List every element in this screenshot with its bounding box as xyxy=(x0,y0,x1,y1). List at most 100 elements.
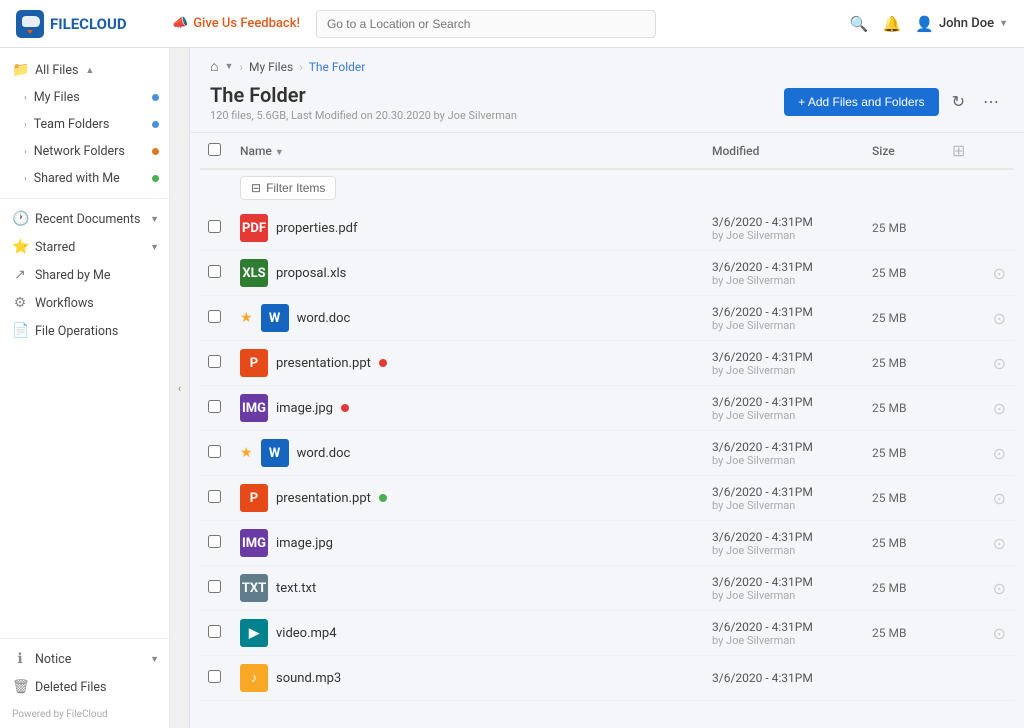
breadcrumb-dropdown-icon[interactable]: ▼ xyxy=(224,61,233,72)
row-checkbox-9[interactable] xyxy=(208,625,221,638)
search-icon[interactable]: 🔍 xyxy=(850,15,869,33)
breadcrumb-home-icon[interactable]: ⌂ xyxy=(210,58,218,75)
action-cell: ⊙ xyxy=(974,341,1014,386)
row-action-button[interactable]: ⊙ xyxy=(993,264,1006,283)
modified-date: 3/6/2020 - 4:31PM xyxy=(712,260,856,274)
logo[interactable]: FILECLOUD xyxy=(16,10,156,38)
sidebar-item-recent-docs[interactable]: 🕐 Recent Documents ▼ xyxy=(0,205,169,233)
sidebar-item-all-files[interactable]: 📁 All Files ▲ xyxy=(0,56,169,84)
sidebar-item-deleted-files[interactable]: 🗑 Deleted Files xyxy=(0,673,169,701)
sidebar-divider-2 xyxy=(0,638,169,639)
file-name[interactable]: word.doc xyxy=(297,446,351,461)
breadcrumb-sep-1: › xyxy=(239,60,243,74)
row-checkbox-5[interactable] xyxy=(208,445,221,458)
row-checkbox-0[interactable] xyxy=(208,220,221,233)
add-files-button[interactable]: + Add Files and Folders xyxy=(784,88,938,116)
sidebar-item-team-folders[interactable]: › Team Folders xyxy=(0,111,169,138)
starred-arrow: ▼ xyxy=(150,242,159,253)
col-view-header[interactable]: ⊞ xyxy=(944,133,974,169)
row-action-button[interactable]: ⊙ xyxy=(993,399,1006,418)
row-checkbox-3[interactable] xyxy=(208,355,221,368)
file-type-icon: IMG xyxy=(240,394,268,422)
sidebar-item-shared-by-me[interactable]: ↗ Shared by Me xyxy=(0,261,169,289)
feedback-banner[interactable]: 📣 Give Us Feedback! xyxy=(172,16,300,31)
size-cell: 25 MB xyxy=(864,566,944,611)
action-cell: ⊙ xyxy=(974,251,1014,296)
file-name[interactable]: properties.pdf xyxy=(276,221,358,236)
row-action-button[interactable]: ⊙ xyxy=(993,624,1006,643)
notice-label: Notice xyxy=(35,652,71,667)
row-action-button[interactable]: ⊙ xyxy=(993,354,1006,373)
modified-cell: 3/6/2020 - 4:31PM xyxy=(704,656,864,701)
file-type-icon: PDF xyxy=(240,214,268,242)
modified-date: 3/6/2020 - 4:31PM xyxy=(712,620,856,634)
team-folders-arrow: › xyxy=(24,120,27,130)
file-name-cell: XLSproposal.xls xyxy=(240,259,696,287)
top-navigation: FILECLOUD 📣 Give Us Feedback! 🔍 🔔 👤 John… xyxy=(0,0,1024,48)
filter-label: Filter Items xyxy=(266,181,325,195)
file-name[interactable]: sound.mp3 xyxy=(276,671,341,686)
row-action-button[interactable]: ⊙ xyxy=(993,444,1006,463)
search-input[interactable] xyxy=(316,10,656,38)
action-cell: ⊙ xyxy=(974,296,1014,341)
row-checkbox-10[interactable] xyxy=(208,670,221,683)
starred-icon[interactable]: ★ xyxy=(240,310,253,326)
view-col xyxy=(944,296,974,341)
more-options-button[interactable]: ⋯ xyxy=(978,87,1004,117)
file-name[interactable]: video.mp4 xyxy=(276,626,337,641)
file-name[interactable]: presentation.ppt xyxy=(276,491,371,506)
user-menu[interactable]: 👤 John Doe ▼ xyxy=(915,15,1008,33)
sidebar-item-shared-with-me[interactable]: › Shared with Me xyxy=(0,165,169,192)
row-checkbox-1[interactable] xyxy=(208,265,221,278)
breadcrumb-my-files[interactable]: My Files xyxy=(249,60,293,74)
file-name[interactable]: image.jpg xyxy=(276,536,333,551)
file-name[interactable]: text.txt xyxy=(276,581,316,596)
file-name[interactable]: proposal.xls xyxy=(276,266,346,281)
sidebar-collapse-toggle[interactable]: ‹ xyxy=(170,48,190,728)
starred-icon[interactable]: ★ xyxy=(240,445,253,461)
sidebar-item-starred[interactable]: ⭐ Starred ▼ xyxy=(0,233,169,261)
deleted-files-label: Deleted Files xyxy=(35,680,106,695)
modified-by: by Joe Silverman xyxy=(712,544,856,557)
file-name[interactable]: word.doc xyxy=(297,311,351,326)
sidebar-item-my-files[interactable]: › My Files xyxy=(0,84,169,111)
team-folders-label: Team Folders xyxy=(34,117,110,132)
row-checkbox-2[interactable] xyxy=(208,310,221,323)
size-cell: 25 MB xyxy=(864,521,944,566)
row-checkbox-8[interactable] xyxy=(208,580,221,593)
file-status-dot-red xyxy=(341,404,349,412)
user-dropdown-icon: ▼ xyxy=(999,18,1008,29)
row-action-button[interactable]: ⊙ xyxy=(993,309,1006,328)
sidebar-item-network-folders[interactable]: › Network Folders xyxy=(0,138,169,165)
row-checkbox-7[interactable] xyxy=(208,535,221,548)
file-name[interactable]: presentation.ppt xyxy=(276,356,371,371)
row-action-button[interactable]: ⊙ xyxy=(993,579,1006,598)
row-checkbox-6[interactable] xyxy=(208,490,221,503)
table-row: ★Wword.doc3/6/2020 - 4:31PMby Joe Silver… xyxy=(200,296,1014,341)
size-cell: 25 MB xyxy=(864,251,944,296)
file-name-cell: Ppresentation.ppt xyxy=(240,484,696,512)
file-name[interactable]: image.jpg xyxy=(276,401,333,416)
user-name: John Doe xyxy=(939,16,994,31)
sidebar-item-workflows[interactable]: ⚙ Workflows xyxy=(0,289,169,317)
size-cell: 25 MB xyxy=(864,206,944,251)
file-type-icon: IMG xyxy=(240,529,268,557)
user-icon: 👤 xyxy=(915,15,934,33)
breadcrumb-sep-2: › xyxy=(299,60,303,74)
modified-date: 3/6/2020 - 4:31PM xyxy=(712,350,856,364)
row-checkbox-4[interactable] xyxy=(208,400,221,413)
shared-by-me-label: Shared by Me xyxy=(35,268,111,283)
grid-view-icon[interactable]: ⊞ xyxy=(952,141,965,160)
filter-button[interactable]: ⊟ Filter Items xyxy=(240,176,336,200)
col-name-header[interactable]: Name ▼ xyxy=(232,133,704,169)
refresh-button[interactable]: ↻ xyxy=(947,87,970,117)
select-all-checkbox[interactable] xyxy=(208,143,221,156)
sidebar-item-file-operations[interactable]: 📄 File Operations xyxy=(0,317,169,345)
file-table-body: PDF properties.pdf 3/6/2020 - 4:31PM by Joe… xyxy=(200,206,1014,701)
table-row: IMGimage.jpg3/6/2020 - 4:31PMby Joe Silv… xyxy=(200,521,1014,566)
row-action-button[interactable]: ⊙ xyxy=(993,534,1006,553)
row-action-button[interactable]: ⊙ xyxy=(993,489,1006,508)
notifications-icon[interactable]: 🔔 xyxy=(883,15,902,33)
modified-by: by Joe Silverman xyxy=(712,589,856,602)
sidebar-item-notice[interactable]: ℹ Notice ▼ xyxy=(0,645,169,673)
